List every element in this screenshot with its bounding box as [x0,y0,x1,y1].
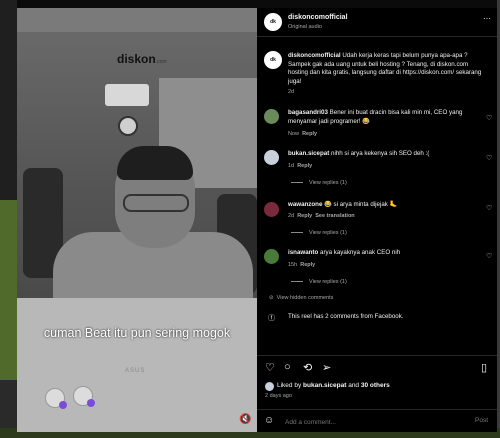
share-icon[interactable]: ➢ [322,361,331,374]
comment-text: bukan.sicepat nihh si arya kekenya sih S… [288,150,430,157]
reel-video[interactable]: diskon.com cuman Beat itu pun sering mog… [17,8,257,432]
reply-button[interactable]: Reply [297,213,312,219]
tag-badge-icon [59,401,67,409]
likes-summary: Liked by bukan.sicepat and 30 others [277,382,390,389]
comment-avatar[interactable] [264,150,279,165]
comment-text: bagasandri03 Bener ini buat dracin bisa … [288,109,463,125]
video-person-glasses [123,194,189,212]
post-age: 2d [288,89,295,95]
view-replies-button[interactable]: View replies (1) [291,230,347,236]
liker-link[interactable]: bukan.sicepat [303,382,346,389]
post-caption: diskoncomofficial Udah kerja keras tapi … [288,52,482,85]
comment-meta: 2d Reply See translation [288,213,355,219]
post-button[interactable]: Post [475,417,488,424]
comment-avatar[interactable] [264,202,279,217]
video-person-hair [117,146,193,180]
laptop-brand: ASUS [125,368,146,374]
facebook-icon: ⓕ [268,315,275,322]
comment-meta: 1d Reply [288,163,313,169]
account-name[interactable]: diskoncomofficial [288,14,348,21]
reply-button[interactable]: Reply [300,262,315,268]
save-bookmark-icon[interactable]: ▯ [481,361,487,374]
comment-input-bar: ☺ Post [257,409,497,433]
like-heart-icon[interactable]: ♡ [486,204,492,212]
like-heart-icon[interactable]: ♡ [486,252,492,260]
comment-meta: Now Reply [288,131,318,137]
view-hidden-comments-button[interactable]: ⊘ View hidden comments [269,295,333,301]
video-caption: cuman Beat itu pun sering mogok [43,326,231,340]
view-replies-button[interactable]: View replies (1) [291,279,347,285]
panel-header: dk diskoncomofficial Original audio ⋯ [257,8,497,37]
see-translation-button[interactable]: See translation [315,213,354,219]
comment-avatar[interactable] [264,109,279,124]
more-horizontal-icon[interactable]: ⋯ [483,14,491,23]
post-author-avatar[interactable]: dk [264,51,282,69]
tag-badge-icon [87,399,95,407]
comment-icon[interactable]: ○ [284,361,291,373]
comment-text: wawanzone 😂 si arya minta dijejak 🦶 [288,201,398,208]
likers-link[interactable]: 30 others [361,382,390,389]
reply-button[interactable]: Reply [297,163,312,169]
background-feed-left [0,0,17,438]
diskon-logo: diskon.com [117,52,167,66]
like-heart-icon[interactable]: ♡ [486,154,492,162]
video-laptop [17,298,257,432]
facebook-note: This reel has 2 comments from Facebook. [288,313,404,320]
reply-button[interactable]: Reply [302,131,317,137]
comment-input[interactable] [283,415,457,429]
video-scene-clock [118,116,138,136]
divider [257,355,497,356]
original-audio-link[interactable]: Original audio [288,24,322,30]
eye-off-icon: ⊘ [269,295,274,301]
like-heart-icon[interactable]: ♡ [265,361,275,374]
emoji-icon[interactable]: ☺ [264,415,274,426]
account-avatar[interactable]: dk [264,13,282,31]
video-scene-air-conditioner [105,84,149,106]
comment-avatar[interactable] [264,249,279,264]
view-replies-button[interactable]: View replies (1) [291,180,347,186]
video-scene-ceiling [17,8,257,32]
like-heart-icon[interactable]: ♡ [486,114,492,122]
post-date: 2 days ago [265,393,292,399]
speaker-mute-icon[interactable]: 🔇 [239,414,251,425]
comments-panel: dk diskoncomofficial Original audio ⋯ dk… [257,8,497,432]
repost-icon[interactable]: ⟲ [303,361,312,374]
comment-meta: 15h Reply [288,262,316,268]
comment-text: isnawanto arya kayaknya anak CEO nih [288,249,401,256]
liker-avatar [265,382,274,391]
